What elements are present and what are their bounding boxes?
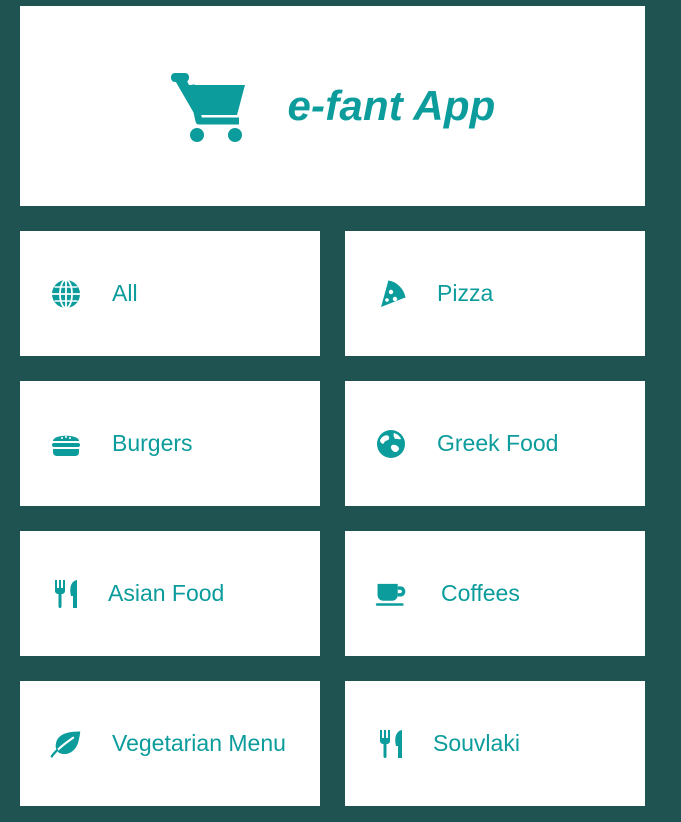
category-all[interactable]: All <box>20 231 320 356</box>
app-title: e-fant App <box>287 82 496 129</box>
globe-icon <box>50 278 82 310</box>
utensils-icon <box>375 728 407 760</box>
category-coffees[interactable]: Coffees <box>345 531 645 656</box>
category-greek-food[interactable]: Greek Food <box>345 381 645 506</box>
hamburger-icon <box>50 428 82 460</box>
category-label: Pizza <box>437 280 494 306</box>
category-souvlaki[interactable]: Souvlaki <box>345 681 645 806</box>
category-grid: All Pizza Burgers Greek Food Asian Food … <box>20 231 645 806</box>
category-burgers[interactable]: Burgers <box>20 381 320 506</box>
category-label: All <box>112 280 138 306</box>
category-label: Greek Food <box>437 430 559 456</box>
pizza-slice-icon <box>375 278 407 310</box>
app-page: e-fant App All Pizza Burgers Greek Food … <box>0 0 681 822</box>
category-label: Vegetarian Menu <box>112 730 286 756</box>
category-label: Souvlaki <box>433 730 520 756</box>
category-pizza[interactable]: Pizza <box>345 231 645 356</box>
shopping-cart-icon <box>171 73 246 142</box>
earth-europe-icon <box>375 428 407 460</box>
coffee-mug-icon <box>375 578 407 610</box>
utensils-icon <box>50 578 82 610</box>
category-asian-food[interactable]: Asian Food <box>20 531 320 656</box>
category-label: Coffees <box>441 580 520 606</box>
leaf-icon <box>50 728 82 760</box>
category-vegetarian-menu[interactable]: Vegetarian Menu <box>20 681 320 806</box>
category-label: Burgers <box>112 430 193 456</box>
app-header: e-fant App <box>20 6 645 206</box>
category-label: Asian Food <box>108 580 225 606</box>
